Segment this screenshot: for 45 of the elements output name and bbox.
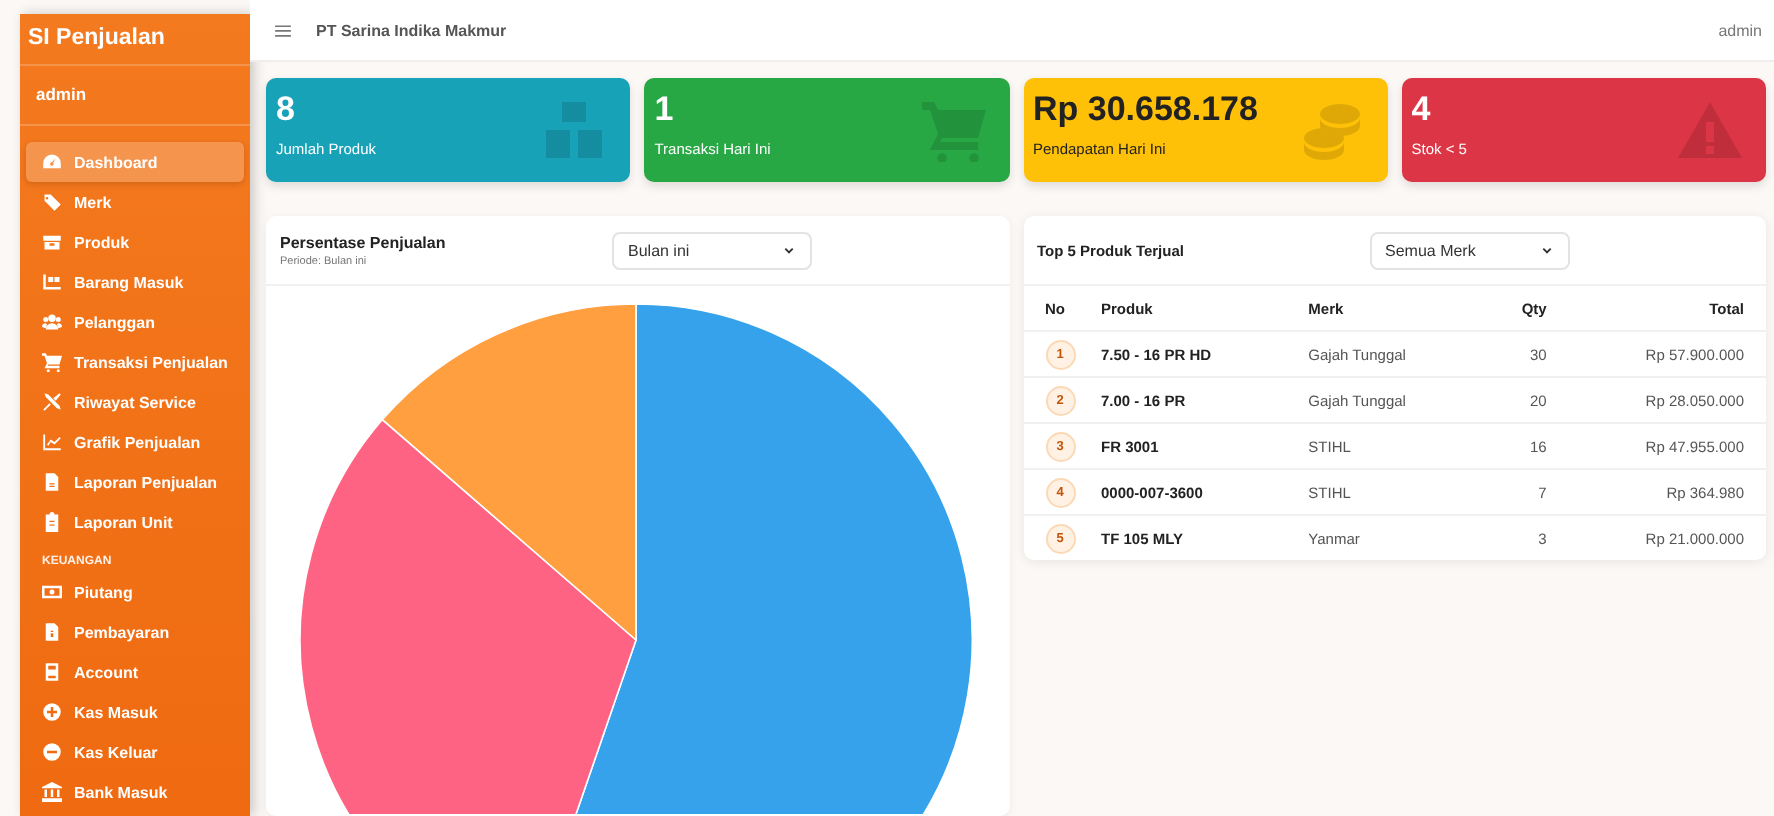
tools-icon <box>42 392 62 412</box>
sidebar-item[interactable]: Laporan Penjualan <box>26 462 244 502</box>
file-icon <box>42 472 62 492</box>
cart-icon <box>42 352 62 372</box>
dolly-icon <box>42 272 62 292</box>
warning-icon <box>1678 98 1742 162</box>
sidebar-item[interactable]: Dashboard <box>26 142 244 182</box>
money-bill-icon <box>42 582 62 602</box>
period-dropdown[interactable]: Bulan ini <box>612 231 812 269</box>
box-icon <box>42 232 62 252</box>
chevron-down-icon <box>782 243 796 257</box>
brand-dropdown[interactable]: Semua Merk <box>1369 231 1569 269</box>
menu-icon[interactable] <box>274 21 292 39</box>
sidebar-item[interactable]: Transaksi Penjualan <box>26 342 244 382</box>
user-name[interactable]: admin <box>1718 21 1762 39</box>
sidebar-item[interactable]: Account <box>26 652 244 692</box>
bank-icon <box>42 782 62 802</box>
line-chart-icon <box>42 432 62 452</box>
sidebar-item[interactable]: Kas Masuk <box>26 692 244 732</box>
stat-value: Rp 30.658.178 <box>1033 90 1260 130</box>
stat-value: 8 <box>276 90 297 130</box>
sidebar-item[interactable]: Grafik Penjualan <box>26 422 244 462</box>
clipboard-icon <box>42 512 62 532</box>
chevron-down-icon <box>1539 243 1553 257</box>
sidebar-item[interactable]: Piutang <box>26 572 244 612</box>
sidebar-item[interactable]: Pembayaran <box>26 612 244 652</box>
tag-icon <box>42 192 62 212</box>
sidebar-item[interactable]: Barang Masuk <box>26 262 244 302</box>
sidebar-item[interactable]: Pelanggan <box>26 302 244 342</box>
gauge-icon <box>42 152 62 172</box>
file-invoice-icon <box>42 622 62 642</box>
stat-value: 4 <box>1411 90 1433 130</box>
panel-title: Persentase Penjualan <box>280 233 448 251</box>
sidebar-item[interactable]: Merk <box>26 182 244 222</box>
sidebar-item[interactable]: Laporan Unit <box>26 502 244 542</box>
user-name: admin <box>20 66 250 126</box>
stat-value: 1 <box>654 90 676 130</box>
sidebar-item[interactable]: Riwayat Service <box>26 382 244 422</box>
sidebar-item[interactable]: Kas Keluar <box>26 732 244 772</box>
sidebar-item[interactable]: Produk <box>26 222 244 262</box>
users-icon <box>42 312 62 332</box>
sidebar-item[interactable]: Bank Masuk <box>26 772 244 812</box>
book-icon <box>42 662 62 682</box>
coins-icon <box>1299 98 1364 162</box>
company-name: PT Sarina Indika Makmur <box>316 21 509 39</box>
